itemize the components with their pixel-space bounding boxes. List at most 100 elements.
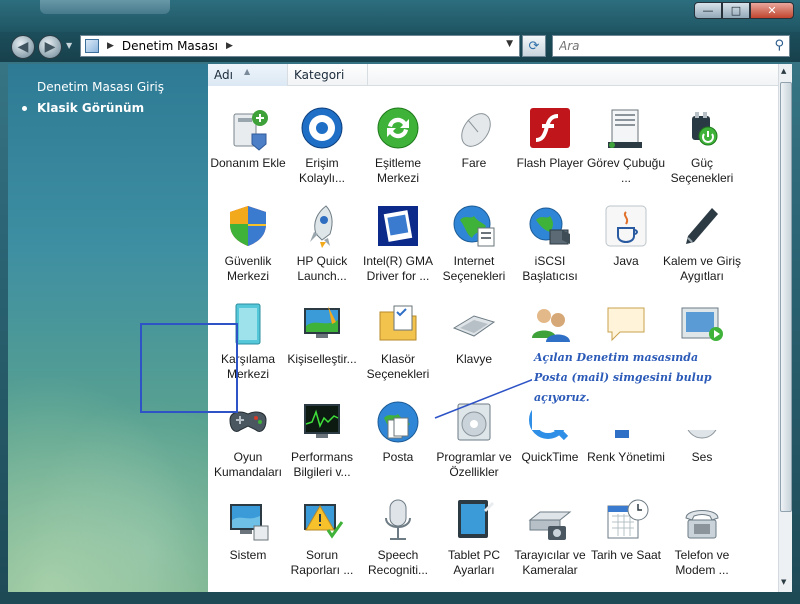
- control-panel-item-performance[interactable]: Performans Bilgileri v...: [282, 390, 358, 486]
- close-button[interactable]: ✕: [750, 2, 794, 19]
- item-label: Kişiselleştir...: [287, 352, 357, 366]
- item-label: Renk Yönetimi: [587, 450, 665, 464]
- item-label: Klasör Seçenekleri: [366, 352, 430, 381]
- problem-reports-icon: [298, 496, 346, 544]
- control-panel-item-hp-quick-launch[interactable]: HP Quick Launch...: [282, 194, 358, 290]
- control-panel-item-date-time[interactable]: Tarih ve Saat: [586, 488, 662, 584]
- window-controls: — □ ✕: [694, 2, 794, 19]
- recent-pages-dropdown-icon[interactable]: ▼: [66, 41, 72, 50]
- item-label: Klavye: [455, 352, 493, 366]
- control-panel-item-folder-options[interactable]: Klasör Seçenekleri: [358, 292, 434, 388]
- item-label: Intel(R) GMA Driver for ...: [362, 254, 433, 283]
- address-dropdown-icon[interactable]: ▼: [506, 39, 513, 49]
- control-panel-item-mouse[interactable]: Fare: [434, 96, 510, 192]
- maximize-button[interactable]: □: [722, 2, 750, 19]
- title-bar: — □ ✕: [0, 0, 800, 32]
- window-frame-bottom: [0, 592, 800, 604]
- internet-options-icon: [450, 202, 498, 250]
- back-button[interactable]: ◀: [11, 35, 35, 59]
- classic-view-label: Klasik Görünüm: [37, 101, 145, 115]
- item-label: Java: [613, 254, 639, 268]
- breadcrumb-control-panel[interactable]: Denetim Masası: [122, 39, 218, 53]
- hp-quick-launch-icon: [298, 202, 346, 250]
- item-label: QuickTime: [521, 450, 579, 464]
- item-label: Ses: [691, 450, 713, 464]
- control-panel-item-pen-input[interactable]: Kalem ve Giriş Aygıtları: [662, 194, 741, 290]
- scroll-down-icon[interactable]: ▼: [781, 578, 786, 586]
- control-panel-item-taskbar[interactable]: Görev Çubuğu ...: [586, 96, 665, 192]
- mail-icon: [374, 398, 422, 446]
- item-label: Eşitleme Merkezi: [374, 156, 421, 185]
- classic-view-link[interactable]: Klasik Görünüm: [22, 101, 144, 115]
- breadcrumb-arrow-icon[interactable]: ▶: [226, 41, 233, 51]
- item-label: Erişim Kolaylı...: [298, 156, 346, 185]
- control-panel-item-java[interactable]: Java: [586, 194, 662, 290]
- control-panel-item-phone-modem[interactable]: Telefon ve Modem ...: [662, 488, 738, 584]
- control-panel-item-add-hardware[interactable]: Donanım Ekle: [208, 96, 286, 192]
- system-icon: [224, 496, 272, 544]
- refresh-icon: ⟳: [528, 38, 540, 54]
- control-panel-item-mail[interactable]: Posta: [358, 390, 434, 486]
- iscsi-icon: [526, 202, 574, 250]
- control-panel-item-speech-recognition[interactable]: Speech Recogniti...: [358, 488, 434, 584]
- control-panel-item-tablet-pc[interactable]: Tablet PC Ayarları: [434, 488, 510, 584]
- performance-icon: [298, 398, 346, 446]
- address-bar[interactable]: ▶ Denetim Masası ▶ ▼: [80, 35, 520, 57]
- control-panel-item-programs[interactable]: Programlar ve Özellikler: [434, 390, 512, 486]
- control-panel-item-keyboard[interactable]: Klavye: [434, 292, 510, 388]
- item-label: Kalem ve Giriş Aygıtları: [662, 254, 742, 283]
- folder-options-icon: [374, 300, 422, 348]
- control-panel-item-scanners-cameras[interactable]: Tarayıcılar ve Kameralar: [510, 488, 586, 584]
- date-time-icon: [602, 496, 650, 544]
- back-arrow-icon: ◀: [17, 39, 29, 55]
- control-panel-item-internet-options[interactable]: Internet Seçenekleri: [434, 194, 510, 290]
- item-label: Fare: [461, 156, 487, 170]
- scrollbar-thumb[interactable]: [780, 82, 792, 512]
- tablet-pc-icon: [450, 496, 498, 544]
- item-label: Güç Seçenekleri: [670, 156, 734, 185]
- column-name-label: Adı: [214, 68, 233, 82]
- search-icon[interactable]: ⚲: [774, 38, 784, 53]
- item-label: iSCSI Başlatıcısı: [522, 254, 578, 283]
- media-icon: [678, 300, 726, 348]
- control-panel-item-ease-of-access[interactable]: Erişim Kolaylı...: [282, 96, 358, 192]
- item-label: Güvenlik Merkezi: [224, 254, 272, 283]
- refresh-button[interactable]: ⟳: [522, 35, 546, 57]
- pen-input-icon: [678, 202, 726, 250]
- control-panel-item-flash-player[interactable]: Flash Player: [510, 96, 586, 192]
- control-panel-item-intel-gma[interactable]: Intel(R) GMA Driver for ...: [358, 194, 434, 290]
- scanners-cameras-icon: [526, 496, 574, 544]
- control-panel-item-system[interactable]: Sistem: [208, 488, 284, 584]
- minimize-button[interactable]: —: [694, 2, 722, 19]
- item-label: Tablet PC Ayarları: [447, 548, 501, 577]
- control-panel-item-power-options[interactable]: Güç Seçenekleri: [662, 96, 738, 192]
- column-name[interactable]: Adı ▲: [208, 64, 288, 86]
- search-input[interactable]: [559, 36, 759, 56]
- taskbar-icon: [602, 104, 650, 152]
- annotation-callout: Açılan Denetim masasında Posta (mail) si…: [532, 344, 728, 430]
- security-center-icon: [224, 202, 272, 250]
- java-icon: [602, 202, 650, 250]
- breadcrumb-arrow-icon[interactable]: ▶: [107, 41, 114, 51]
- control-panel-item-problem-reports[interactable]: Sorun Raporları ...: [282, 488, 358, 584]
- control-panel-item-personalization[interactable]: Kişiselleştir...: [282, 292, 358, 388]
- control-panel-item-security-center[interactable]: Güvenlik Merkezi: [208, 194, 284, 290]
- add-hardware-icon: [224, 104, 272, 152]
- phone-modem-icon: [678, 496, 726, 544]
- item-label: Performans Bilgileri v...: [290, 450, 354, 479]
- sort-ascending-icon: ▲: [244, 67, 251, 76]
- column-category[interactable]: Kategori: [288, 64, 368, 86]
- forward-arrow-icon: ▶: [44, 39, 56, 55]
- search-box[interactable]: ⚲: [552, 35, 790, 57]
- item-label: Donanım Ekle: [210, 156, 286, 170]
- control-panel-item-sync-center[interactable]: Eşitleme Merkezi: [358, 96, 434, 192]
- scroll-up-icon[interactable]: ▲: [781, 67, 786, 75]
- control-panel-home-link[interactable]: Denetim Masası Giriş: [37, 80, 164, 94]
- keyboard-icon: [450, 300, 498, 348]
- item-label: HP Quick Launch...: [296, 254, 348, 283]
- forward-button[interactable]: ▶: [38, 35, 62, 59]
- personalization-icon: [298, 300, 346, 348]
- item-label: Internet Seçenekleri: [442, 254, 506, 283]
- vertical-scrollbar[interactable]: ▲ ▼: [778, 64, 792, 592]
- control-panel-item-iscsi[interactable]: iSCSI Başlatıcısı: [510, 194, 586, 290]
